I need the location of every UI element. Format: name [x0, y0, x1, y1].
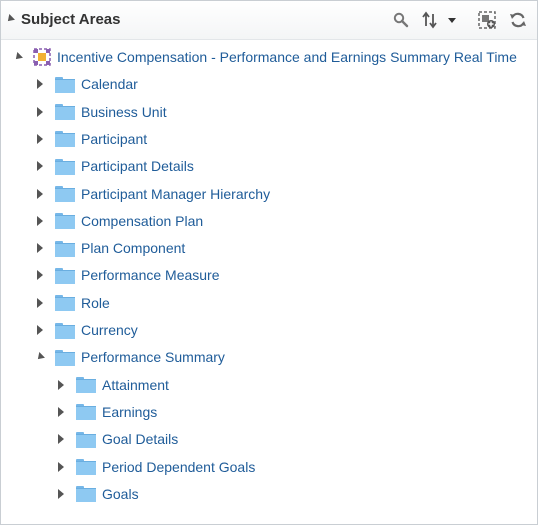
panel-header: Subject Areas — [1, 1, 537, 40]
tree-item-label[interactable]: Calendar — [81, 76, 138, 92]
expand-toggle[interactable] — [54, 487, 68, 501]
chevron-down-icon — [448, 18, 456, 23]
tree-subfolder-item[interactable]: Period Dependent Goals — [54, 456, 255, 478]
expand-toggle[interactable] — [33, 323, 47, 337]
tree-folder-item[interactable]: Performance Summary — [33, 346, 225, 368]
expand-toggle[interactable] — [33, 296, 47, 310]
select-subject-area-icon[interactable] — [477, 10, 497, 30]
subject-areas-panel: Subject Areas Incentive Compensation - P… — [0, 0, 538, 525]
search-icon[interactable] — [391, 10, 411, 30]
folder-icon — [55, 76, 75, 93]
collapse-panel-icon[interactable] — [5, 14, 15, 24]
refresh-icon[interactable] — [508, 10, 528, 30]
tree-item-label[interactable]: Participant Manager Hierarchy — [81, 186, 270, 202]
tree-folder-item[interactable]: Participant Details — [33, 155, 194, 177]
tree-subfolder-item[interactable]: Goals — [54, 483, 139, 505]
collapse-root-toggle[interactable] — [11, 50, 25, 64]
folder-icon — [55, 104, 75, 121]
tree-item-label[interactable]: Business Unit — [81, 104, 167, 120]
tree-item-label[interactable]: Plan Component — [81, 240, 185, 256]
folder-icon — [55, 322, 75, 339]
tree-subfolder-item[interactable]: Attainment — [54, 374, 169, 396]
tree-item-label[interactable]: Incentive Compensation - Performance and… — [57, 49, 517, 65]
tree-item-label[interactable]: Goal Details — [102, 431, 178, 447]
folder-icon — [55, 131, 75, 148]
sort-menu-button[interactable] — [421, 10, 461, 30]
folder-icon — [76, 459, 96, 475]
expand-toggle[interactable] — [33, 159, 47, 173]
folder-icon — [55, 295, 75, 312]
tree-folder-item[interactable]: Currency — [33, 319, 138, 341]
folder-icon — [55, 349, 75, 366]
tree-folder-item[interactable]: Plan Component — [33, 237, 185, 259]
tree-item-label[interactable]: Attainment — [102, 377, 169, 393]
expand-toggle[interactable] — [54, 460, 68, 474]
collapse-toggle[interactable] — [33, 350, 47, 364]
tree-folder-item[interactable]: Participant — [33, 128, 147, 150]
tree-item-label[interactable]: Role — [81, 295, 110, 311]
expand-toggle[interactable] — [33, 241, 47, 255]
tree-folder-item[interactable]: Performance Measure — [33, 264, 220, 286]
expand-toggle[interactable] — [33, 214, 47, 228]
tree-folder-item[interactable]: Compensation Plan — [33, 210, 203, 232]
folder-icon — [55, 213, 75, 230]
tree-item-label[interactable]: Earnings — [102, 404, 157, 420]
folder-icon — [76, 431, 96, 448]
folder-icon — [55, 240, 75, 257]
expand-toggle[interactable] — [54, 432, 68, 446]
folder-icon — [55, 158, 75, 175]
tree-folder-item[interactable]: Business Unit — [33, 101, 167, 123]
tree-item-label[interactable]: Performance Summary — [81, 349, 225, 365]
expand-toggle[interactable] — [33, 187, 47, 201]
tree-root-subject-area[interactable]: Incentive Compensation - Performance and… — [11, 46, 517, 68]
tree-item-label[interactable]: Performance Measure — [81, 267, 220, 283]
expand-toggle[interactable] — [54, 405, 68, 419]
folder-icon — [55, 186, 75, 202]
tree-folder-item[interactable]: Participant Manager Hierarchy — [33, 183, 270, 205]
folder-icon — [76, 486, 96, 503]
sort-icon — [422, 11, 437, 29]
subject-area-icon — [33, 48, 51, 66]
expand-toggle[interactable] — [33, 132, 47, 146]
tree-subfolder-item[interactable]: Goal Details — [54, 428, 178, 450]
folder-icon — [76, 404, 96, 421]
tree-folder-item[interactable]: Role — [33, 292, 110, 314]
tree-item-label[interactable]: Currency — [81, 322, 138, 338]
tree-item-label[interactable]: Goals — [102, 486, 139, 502]
tree-item-label[interactable]: Participant — [81, 131, 147, 147]
folder-icon — [55, 267, 75, 284]
tree-item-label[interactable]: Participant Details — [81, 158, 194, 174]
tree-folder-item[interactable]: Calendar — [33, 73, 138, 95]
panel-title: Subject Areas — [21, 11, 121, 28]
folder-icon — [76, 377, 96, 394]
expand-toggle[interactable] — [33, 268, 47, 282]
expand-toggle[interactable] — [33, 105, 47, 119]
tree-item-label[interactable]: Period Dependent Goals — [102, 459, 255, 475]
tree-subfolder-item[interactable]: Earnings — [54, 401, 157, 423]
tree-item-label[interactable]: Compensation Plan — [81, 213, 203, 229]
expand-toggle[interactable] — [33, 77, 47, 91]
expand-toggle[interactable] — [54, 378, 68, 392]
